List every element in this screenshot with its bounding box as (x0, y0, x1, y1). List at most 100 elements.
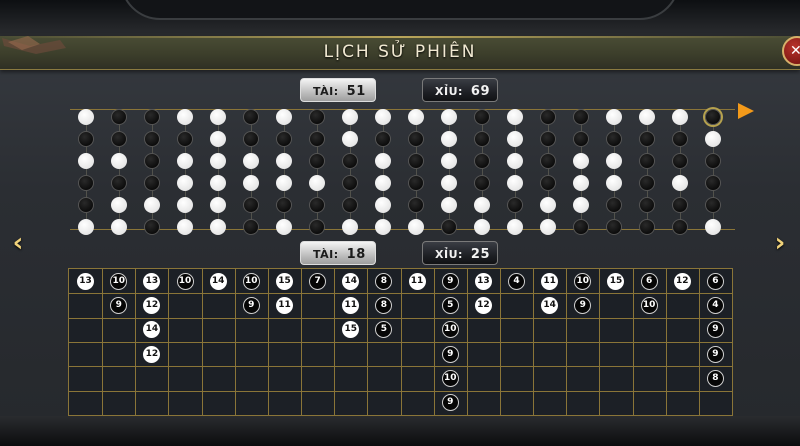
grid-column-line (267, 269, 269, 415)
result-dot-xiu (606, 197, 622, 213)
result-dot-xiu (276, 131, 292, 147)
result-dot-xiu (672, 153, 688, 169)
result-dot-tai (672, 175, 688, 191)
result-dot-xiu (606, 219, 622, 235)
result-dot-tai (672, 109, 688, 125)
result-dot-xiu (243, 197, 259, 213)
result-dot-xiu (672, 197, 688, 213)
result-dot-tai (177, 175, 193, 191)
tai-total-value: 51 (346, 84, 366, 99)
result-dot-tai (639, 109, 655, 125)
grid-column-line (632, 269, 634, 415)
result-dot-xiu (111, 175, 127, 191)
result-dot-tai (507, 131, 523, 147)
grid-column-line (301, 269, 303, 415)
result-dot-tai (573, 197, 589, 213)
result-dot-xiu (540, 109, 556, 125)
dice-sum-cell: 11 (275, 297, 293, 314)
dice-sum-cell: 12 (474, 297, 492, 314)
result-dot-xiu (672, 131, 688, 147)
result-dot-tai (210, 197, 226, 213)
grid-column-line (499, 269, 501, 415)
result-dot-xiu (639, 175, 655, 191)
tai-session-value: 18 (346, 247, 366, 262)
result-dot-tai (507, 153, 523, 169)
result-dot-xiu (375, 131, 391, 147)
dice-sum-cell: 10 (176, 272, 194, 290)
grid-column-line (433, 269, 435, 415)
dice-sum-cell: 9 (441, 272, 459, 290)
result-dot-tai (705, 219, 721, 235)
result-dot-xiu (705, 197, 721, 213)
result-dot-xiu (177, 131, 193, 147)
grid-column-line (367, 269, 369, 415)
dice-sum-cell: 4 (706, 297, 724, 314)
dice-sum-cell: 9 (441, 345, 459, 363)
result-dot-tai (276, 219, 292, 235)
background-top (0, 0, 800, 36)
result-dot-tai (441, 175, 457, 191)
result-dot-tai (276, 175, 292, 191)
tai-total-badge: TÀI: 51 (300, 78, 376, 102)
background-bottom (0, 416, 800, 446)
result-dot-tai (111, 153, 127, 169)
result-dot-xiu (639, 153, 655, 169)
tai-session-badge: TÀI: 18 (300, 241, 376, 265)
result-dot-tai (210, 175, 226, 191)
dice-sum-grid: 13 10 9 13 12 14 12 10 14 10 9 15 11 7 14 11 15 8 8 5 11 9 5 10… (68, 268, 733, 416)
result-dot-tai (78, 153, 94, 169)
result-dot-tai (111, 219, 127, 235)
dice-sum-cell: 5 (441, 297, 459, 314)
result-dot-tai (474, 219, 490, 235)
grid-column-line (234, 269, 236, 415)
result-dot-tai (210, 219, 226, 235)
result-dot-tai (573, 175, 589, 191)
result-dot-tai (375, 153, 391, 169)
result-dot-xiu (705, 175, 721, 191)
result-dot-xiu (705, 153, 721, 169)
dice-sum-cell: 10 (242, 272, 260, 290)
grid-column-line (566, 269, 568, 415)
result-dot-xiu (144, 219, 160, 235)
result-dot-tai (375, 175, 391, 191)
next-page-button[interactable]: › (770, 228, 790, 258)
chevron-right-icon: › (774, 228, 786, 258)
result-dot-xiu (309, 131, 325, 147)
close-icon: ✕ (790, 43, 800, 59)
dice-sum-cell: 6 (706, 272, 724, 290)
dice-sum-cell: 9 (706, 345, 724, 363)
result-dot-xiu (78, 197, 94, 213)
result-dot-xiu (573, 109, 589, 125)
result-dot-tai (177, 153, 193, 169)
dot-guide-line (70, 109, 735, 110)
result-dot-tai (375, 219, 391, 235)
result-dot-tai (177, 109, 193, 125)
result-dot-xiu (342, 175, 358, 191)
xiu-total-value: 69 (470, 84, 490, 99)
dice-sum-cell: 13 (143, 272, 161, 290)
dice-sum-cell: 13 (77, 272, 95, 290)
result-dot-tai (243, 153, 259, 169)
dice-sum-cell: 13 (474, 272, 492, 290)
dice-sum-cell: 14 (342, 272, 360, 290)
result-dot-xiu (243, 131, 259, 147)
result-dot-tai (210, 131, 226, 147)
dice-sum-cell: 12 (673, 272, 691, 290)
dice-sum-cell: 9 (706, 321, 724, 339)
dice-sum-cell: 11 (541, 272, 559, 290)
result-dot-xiu (342, 197, 358, 213)
result-dot-tai (243, 175, 259, 191)
result-dot-xiu (639, 219, 655, 235)
dice-sum-cell: 8 (706, 370, 724, 387)
dice-sum-cell: 14 (143, 321, 161, 339)
dice-sum-cell: 11 (408, 272, 426, 290)
result-dot-xiu (309, 219, 325, 235)
current-result-arrow-icon (738, 103, 754, 119)
grid-column-line (334, 269, 336, 415)
result-dot-tai (441, 131, 457, 147)
result-dot-tai (441, 109, 457, 125)
result-dot-tai (408, 219, 424, 235)
result-dot-xiu (309, 153, 325, 169)
prev-page-button[interactable]: ‹ (8, 228, 28, 258)
result-dot-tai (474, 197, 490, 213)
